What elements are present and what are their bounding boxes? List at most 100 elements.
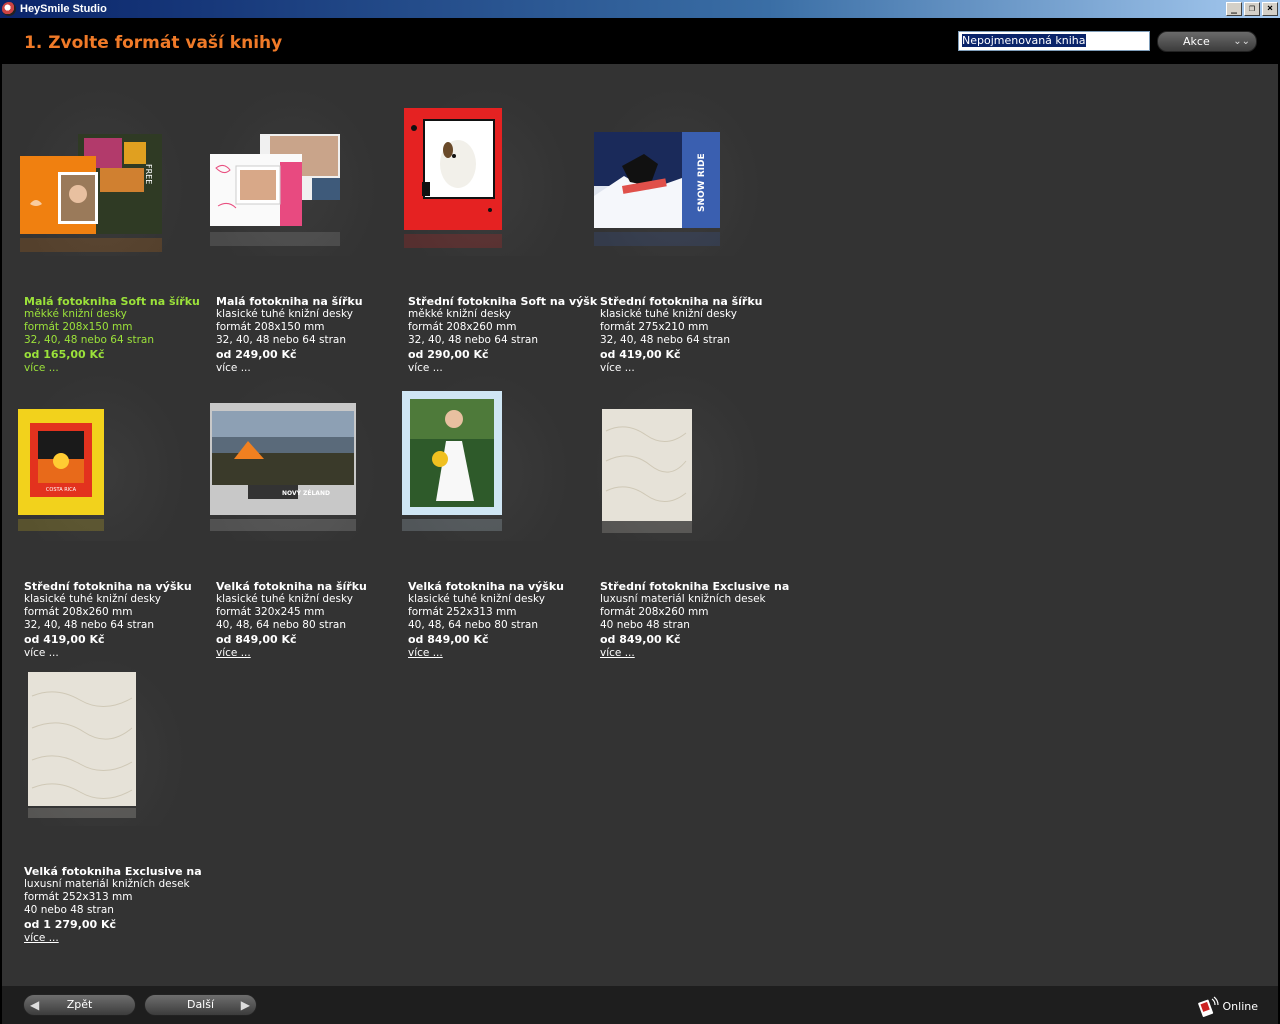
product-name: Malá fotokniha na šířku — [216, 295, 363, 308]
product-cover-type: měkké knižní desky — [24, 308, 127, 320]
product-format: formát 275x210 mm — [600, 321, 709, 333]
product-name: Velká fotokniha na výšku — [408, 580, 564, 593]
product-thumbnail: FREE — [16, 86, 186, 256]
book-cover-image: NOVÝ ZÉLAND — [210, 403, 356, 531]
product-thumbnail — [16, 656, 186, 826]
product-price: od 849,00 Kč — [216, 633, 297, 646]
restore-icon[interactable]: ❐ — [1244, 2, 1260, 16]
product-price: od 249,00 Kč — [216, 348, 297, 361]
more-link[interactable]: více ... — [600, 647, 635, 660]
minimize-icon[interactable]: _ — [1226, 2, 1242, 16]
book-cover-image: FREE — [20, 134, 162, 252]
product-cover-type: klasické tuhé knižní desky — [24, 593, 161, 605]
product-format: formát 252x313 mm — [408, 606, 517, 618]
book-name-input[interactable]: Nepojmenovaná kniha — [958, 31, 1150, 51]
arrow-left-icon: ◀ — [30, 998, 40, 1012]
product-price: od 419,00 Kč — [600, 348, 681, 361]
product-info: Střední fotokniha na šířku klasické tuhé… — [600, 295, 790, 375]
product-name: Velká fotokniha Exclusive na — [24, 865, 202, 878]
cover-text: FREE — [144, 164, 153, 184]
product-info: Střední fotokniha na výšku klasické tuhé… — [24, 580, 214, 660]
online-phone-icon — [1197, 996, 1219, 1017]
product-format: formát 320x245 mm — [216, 606, 325, 618]
product-pages: 32, 40, 48 nebo 64 stran — [408, 334, 539, 346]
next-button[interactable]: Další ▶ — [144, 994, 257, 1016]
book-cover-image — [602, 409, 692, 533]
product-pages: 32, 40, 48 nebo 64 stran — [216, 334, 347, 346]
more-link[interactable]: více ... — [408, 647, 443, 660]
app-logo-icon — [2, 2, 16, 16]
product-thumbnail — [208, 86, 378, 256]
product-thumbnail — [400, 371, 570, 541]
product-pages: 40, 48, 64 nebo 80 stran — [216, 619, 347, 631]
product-cover-type: klasické tuhé knižní desky — [600, 308, 737, 320]
actions-button[interactable]: Akce ⌄⌄ — [1157, 31, 1257, 52]
product-cover-type: klasické tuhé knižní desky — [216, 593, 353, 605]
product-format: formát 208x150 mm — [24, 321, 133, 333]
cover-text: COSTA RICA — [46, 487, 77, 493]
back-label: Zpět — [66, 998, 93, 1011]
online-status[interactable]: Online — [1197, 995, 1258, 1017]
product-info: Velká fotokniha na šířku klasické tuhé k… — [216, 580, 406, 660]
product-cover-type: luxusní materiál knižních desek — [24, 878, 190, 890]
product-thumbnail: SNOW RIDE — [592, 86, 762, 256]
window-controls: _ ❐ × — [1226, 2, 1278, 16]
product-pages: 40 nebo 48 stran — [24, 904, 114, 916]
product-name: Střední fotokniha na výšku — [24, 580, 192, 593]
back-button[interactable]: ◀ Zpět — [23, 994, 136, 1016]
window-titlebar: HeySmile Studio _ ❐ × — [0, 0, 1280, 18]
book-cover-image — [28, 672, 136, 818]
product-thumbnail — [400, 86, 570, 256]
online-label: Online — [1222, 999, 1258, 1013]
product-cover-type: klasické tuhé knižní desky — [216, 308, 353, 320]
product-price: od 419,00 Kč — [24, 633, 105, 646]
book-cover-image — [404, 108, 502, 248]
product-price: od 1 279,00 Kč — [24, 918, 117, 931]
book-cover-image — [402, 391, 502, 531]
product-pages: 32, 40, 48 nebo 64 stran — [600, 334, 731, 346]
cover-text: NOVÝ ZÉLAND — [282, 489, 330, 497]
product-price: od 290,00 Kč — [408, 348, 489, 361]
cover-text: SNOW RIDE — [697, 153, 707, 212]
product-pages: 40, 48, 64 nebo 80 stran — [408, 619, 539, 631]
double-chevron-down-icon: ⌄⌄ — [1233, 36, 1250, 47]
product-thumbnail: COSTA RICA — [16, 371, 186, 541]
product-price: od 165,00 Kč — [24, 348, 105, 361]
more-link[interactable]: více ... — [24, 932, 59, 945]
more-link[interactable]: více ... — [216, 647, 251, 660]
product-format: formát 208x260 mm — [24, 606, 133, 618]
product-format: formát 252x313 mm — [24, 891, 133, 903]
product-format: formát 208x260 mm — [408, 321, 517, 333]
book-name-value: Nepojmenovaná kniha — [962, 34, 1086, 47]
product-cover-type: luxusní materiál knižních desek — [600, 593, 766, 605]
book-cover-image: COSTA RICA — [18, 409, 104, 531]
product-info: Velká fotokniha Exclusive na luxusní mat… — [24, 865, 214, 945]
product-pages: 32, 40, 48 nebo 64 stran — [24, 619, 155, 631]
product-name: Střední fotokniha Soft na výšku — [408, 295, 598, 308]
header-bar: 1. Zvolte formát vaší knihy Nepojmenovan… — [2, 18, 1278, 64]
product-thumbnail: NOVÝ ZÉLAND — [208, 371, 378, 541]
window-title: HeySmile Studio — [20, 3, 107, 15]
product-name: Velká fotokniha na šířku — [216, 580, 367, 593]
product-price: od 849,00 Kč — [408, 633, 489, 646]
product-thumbnail — [592, 371, 762, 541]
product-cover-type: měkké knižní desky — [408, 308, 511, 320]
product-info: Velká fotokniha na výšku klasické tuhé k… — [408, 580, 598, 660]
product-cover-type: klasické tuhé knižní desky — [408, 593, 545, 605]
product-info: Malá fotokniha na šířku klasické tuhé kn… — [216, 295, 406, 375]
product-pages: 40 nebo 48 stran — [600, 619, 690, 631]
product-info: Střední fotokniha Soft na výšku měkké kn… — [408, 295, 598, 375]
product-info: Malá fotokniha Soft na šířku měkké knižn… — [24, 295, 214, 375]
next-label: Další — [186, 998, 215, 1011]
product-name: Malá fotokniha Soft na šířku — [24, 295, 200, 308]
book-cover-image — [210, 134, 340, 246]
product-info: Střední fotokniha Exclusive na luxusní m… — [600, 580, 790, 660]
product-format: formát 208x260 mm — [600, 606, 709, 618]
footer-bar: ◀ Zpět Další ▶ Online — [2, 986, 1278, 1024]
book-cover-image: SNOW RIDE — [594, 132, 720, 246]
actions-label: Akce — [1183, 35, 1210, 48]
product-format: formát 208x150 mm — [216, 321, 325, 333]
product-pages: 32, 40, 48 nebo 64 stran — [24, 334, 155, 346]
close-icon[interactable]: × — [1262, 2, 1278, 16]
page-title: 1. Zvolte formát vaší knihy — [24, 33, 283, 53]
